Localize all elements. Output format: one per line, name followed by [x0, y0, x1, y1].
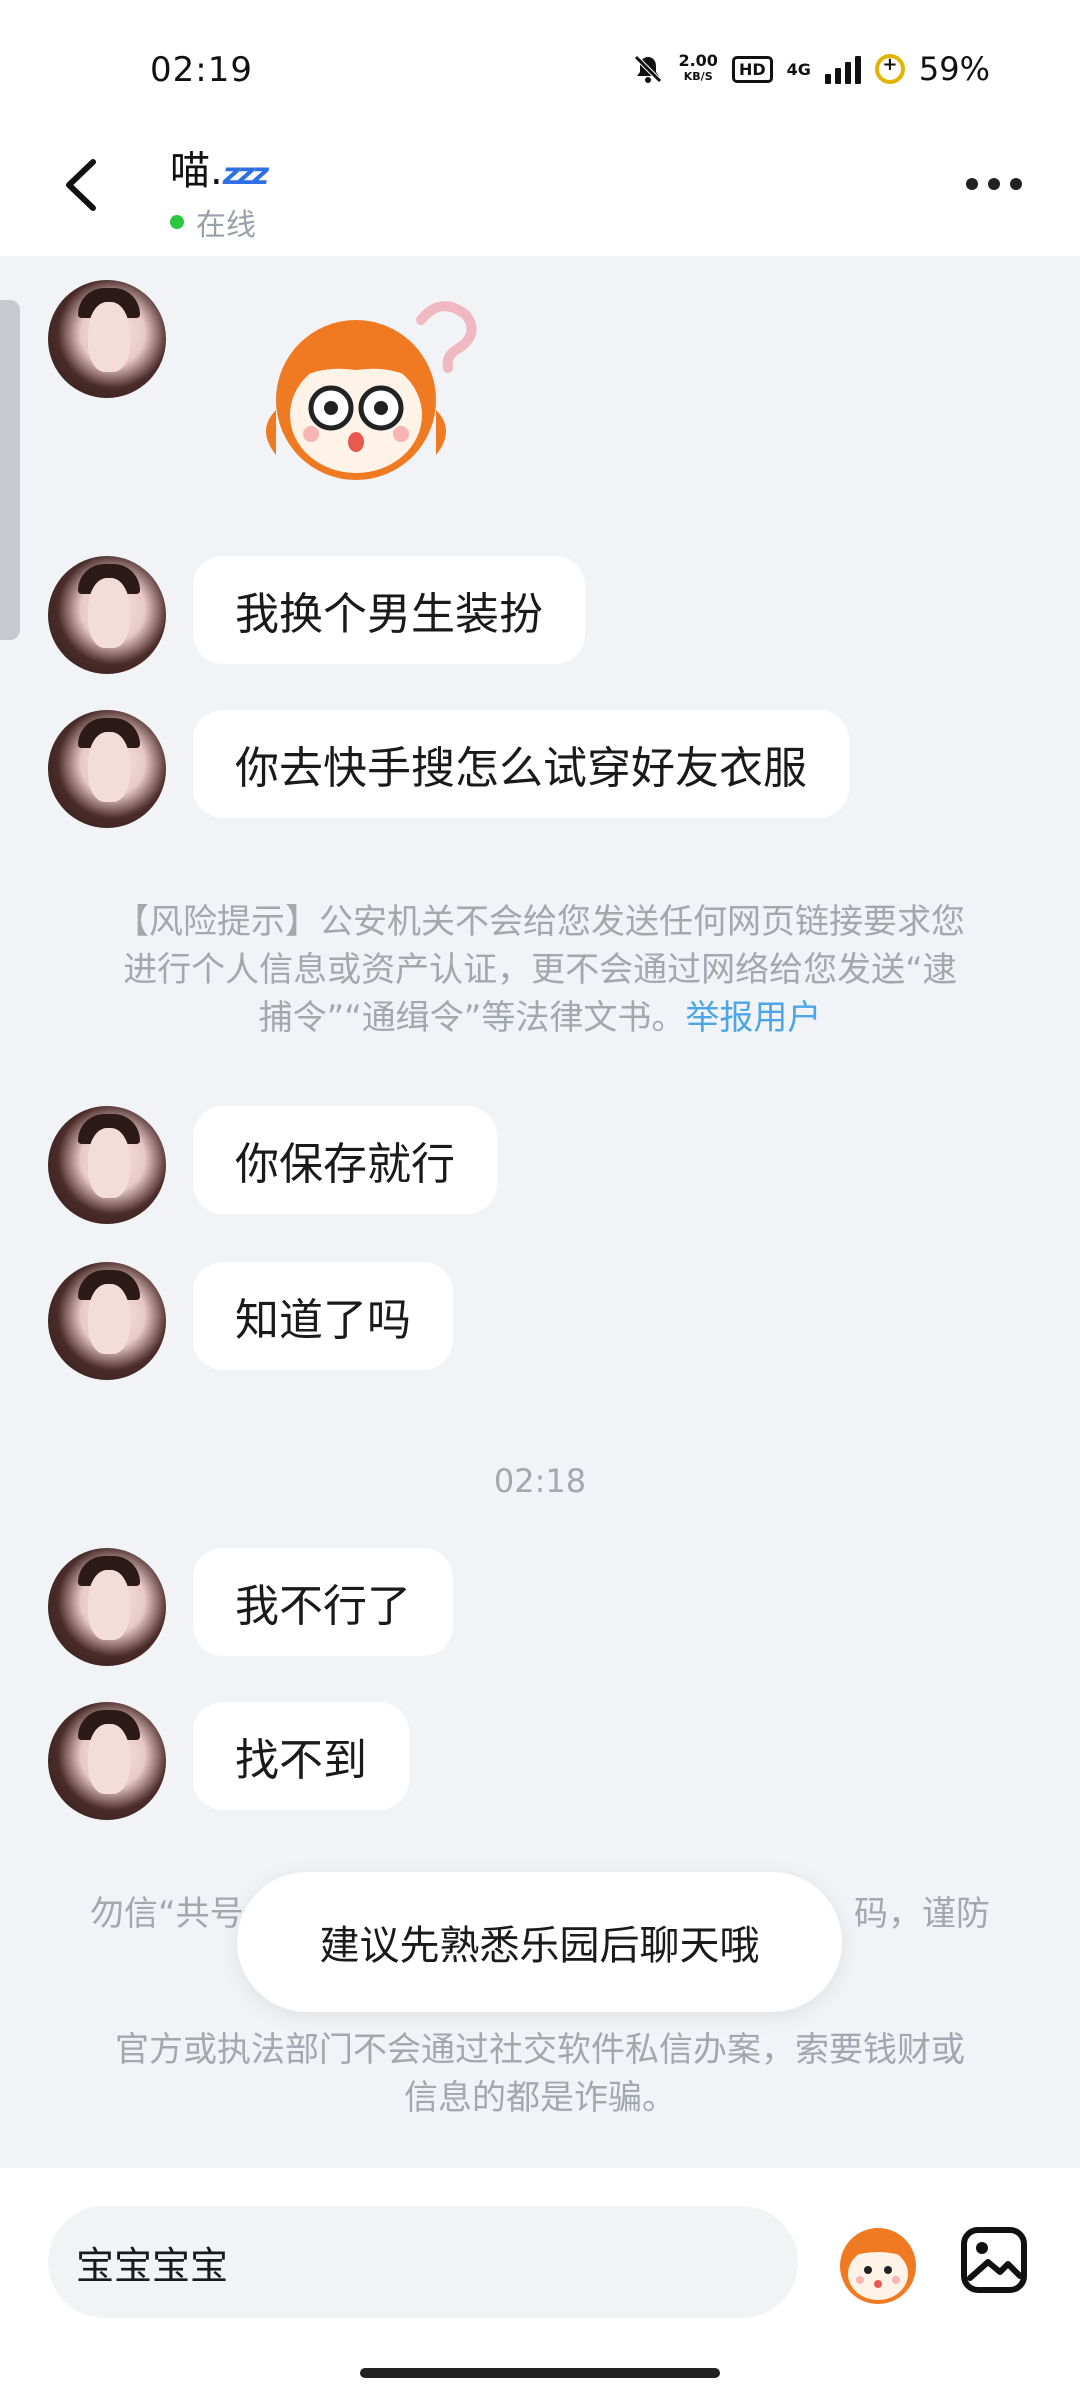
online-status: 在线 [170, 200, 256, 244]
more-options-button[interactable] [966, 178, 1022, 190]
toast-message: 建议先熟悉乐园后聊天哦 [237, 1872, 842, 2012]
sticker-button[interactable] [830, 2216, 926, 2308]
official-notice-line: 官方或执法部门不会通过社交软件私信办案，索要钱财或 [115, 2030, 965, 2070]
risk-notice-line-with-link: 捕令”“通缉令”等法律文书。举报用户 [90, 994, 990, 1042]
avatar[interactable] [48, 556, 166, 674]
input-bar: 宝宝宝宝 [0, 2168, 1080, 2400]
image-icon [961, 2227, 1027, 2293]
more-dot-icon [1010, 178, 1022, 190]
net-speed-unit: KB/S [683, 70, 713, 83]
top-bar: 02:19 2.00 KB/S HD 4G 59% [0, 0, 1080, 256]
sticker-icon [266, 301, 477, 480]
more-dot-icon [988, 178, 1000, 190]
official-notice: 官方或执法部门不会通过社交软件私信办案，索要钱财或 信息的都是诈骗。 [90, 2026, 990, 2122]
risk-notice-line: 【风险提示】公安机关不会给您发送任何网页链接要求您 [115, 902, 965, 942]
avatar[interactable] [48, 1548, 166, 1666]
official-notice-line: 信息的都是诈骗。 [404, 2078, 676, 2118]
message-bubble[interactable]: 知道了吗 [193, 1262, 453, 1370]
image-button[interactable] [958, 2224, 1030, 2296]
message-bubble[interactable]: 我不行了 [193, 1548, 453, 1656]
battery-percent: 59% [918, 50, 990, 88]
back-button[interactable] [55, 150, 105, 220]
sticker-face-icon [840, 2228, 916, 2304]
report-user-link[interactable]: 举报用户 [685, 998, 821, 1038]
battery-saver-icon [874, 54, 905, 84]
online-status-text: 在线 [196, 208, 256, 243]
net-speed-value: 2.00 [678, 51, 718, 70]
contact-name-text: 喵. [170, 148, 223, 194]
hd-badge: HD [731, 55, 773, 83]
network-type: 4G [786, 59, 811, 79]
avatar[interactable] [48, 1106, 166, 1224]
contact-name[interactable]: 喵.zzz [170, 138, 269, 196]
more-dot-icon [966, 178, 978, 190]
message-input[interactable]: 宝宝宝宝 [48, 2206, 798, 2318]
message-bubble[interactable]: 我换个男生装扮 [193, 556, 585, 664]
message-timestamp: 02:18 [493, 1462, 587, 1500]
risk-notice-line: 进行个人信息或资产认证，更不会通过网络给您发送“逮 [123, 950, 957, 990]
risk-notice-text: 捕令”“通缉令”等法律文书。 [258, 998, 686, 1038]
avatar[interactable] [48, 1262, 166, 1380]
mute-bell-icon [634, 55, 663, 83]
avatar[interactable] [48, 1702, 166, 1820]
avatar[interactable] [48, 280, 166, 398]
online-dot-icon [170, 215, 184, 229]
home-indicator[interactable] [360, 2368, 720, 2378]
message-bubble[interactable]: 你去快手搜怎么试穿好友衣服 [193, 710, 849, 818]
status-icons: 2.00 KB/S HD 4G 59% [632, 50, 990, 88]
message-bubble[interactable]: 你保存就行 [193, 1106, 497, 1214]
chat-screen: 02:19 2.00 KB/S HD 4G 59% [0, 0, 1080, 2400]
sleep-badge: zzz [222, 157, 269, 192]
chevron-left-icon [66, 159, 96, 211]
net-speed: 2.00 KB/S [678, 53, 717, 85]
avatar[interactable] [48, 710, 166, 828]
scroll-indicator[interactable] [0, 300, 20, 640]
risk-notice: 【风险提示】公安机关不会给您发送任何网页链接要求您 进行个人信息或资产认证，更不… [90, 898, 990, 1042]
message-bubble[interactable]: 找不到 [193, 1702, 409, 1810]
fraud-notice-right: 码，谨防 [854, 1894, 990, 1934]
status-time: 02:19 [150, 50, 253, 90]
cartoon-face-sticker[interactable] [236, 290, 516, 490]
signal-icon [824, 54, 861, 84]
